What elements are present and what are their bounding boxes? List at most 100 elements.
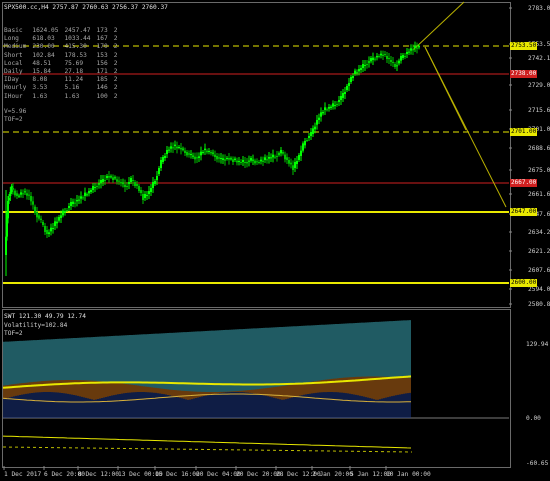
stats-cell-v4: 2 <box>113 84 118 92</box>
candle-body <box>372 57 374 60</box>
candle-body <box>272 154 274 158</box>
candle-body <box>222 158 224 160</box>
candle-body <box>370 58 372 62</box>
candle-body <box>74 202 76 204</box>
candle-body <box>172 147 174 149</box>
stats-cell-v3: 100 <box>96 92 108 100</box>
candle-body <box>230 158 232 160</box>
candle-body <box>94 187 96 188</box>
candle-body <box>316 120 318 125</box>
candle-body <box>278 153 280 155</box>
candle-body <box>14 190 16 196</box>
candle-body <box>164 156 166 158</box>
candle-body <box>218 157 220 159</box>
time-axis-label: 5 Jan 12:00 <box>350 471 391 478</box>
stats-row: Daily 15.84 27.18 171 2 <box>4 68 123 76</box>
time-axis-label: 10 Jan 00:00 <box>386 471 431 478</box>
time-axis-label: 15 Dec 16:00 <box>155 471 200 478</box>
candle-body <box>156 176 158 180</box>
candle-body <box>192 155 194 157</box>
candle-body <box>258 162 260 163</box>
stats-cell-v2: 178.53 <box>64 51 87 59</box>
candle-body <box>410 48 412 51</box>
candle-body <box>380 53 382 56</box>
price-tick-label: 2634.25 <box>528 229 550 236</box>
candle-body <box>152 182 154 188</box>
candle-body <box>180 148 182 150</box>
candle-body <box>138 186 140 191</box>
candle-body <box>102 179 104 182</box>
price-tick-label: 2580.80 <box>528 301 550 308</box>
candle-body <box>170 146 172 149</box>
trend-line-mid <box>424 46 467 131</box>
dropdown-icon[interactable] <box>4 3 10 9</box>
candle-body <box>306 140 308 141</box>
candle-body <box>196 157 198 159</box>
stats-cell-v1: 1.63 <box>32 92 48 100</box>
stats-row: Short 102.84 178.53 153 2 <box>4 52 123 60</box>
candle-body <box>58 217 60 221</box>
candle-body <box>96 186 98 187</box>
candle-body <box>406 52 408 54</box>
candle-body <box>418 46 420 48</box>
trend-line-up <box>412 1 465 51</box>
candle-body <box>42 222 44 225</box>
stats-cell-v3: 146 <box>96 84 108 92</box>
candle-body <box>368 61 370 63</box>
candle-body <box>356 72 358 74</box>
candle-body <box>288 160 290 164</box>
candle-body <box>202 152 204 153</box>
candle-body <box>390 60 392 62</box>
candle-body <box>240 162 242 163</box>
candle-body <box>260 159 262 162</box>
candle-body <box>188 153 190 155</box>
price-tick-label: 2661.60 <box>528 191 550 198</box>
stats-cell-v2: 1.63 <box>64 92 80 100</box>
stats-row: IDay 8.08 11.24 185 2 <box>4 76 123 84</box>
candle-body <box>400 56 402 61</box>
stats-footer-v: V=5.96 <box>4 108 27 115</box>
candle-body <box>358 69 360 72</box>
indicator-header: SWT 121.30 49.79 12.74 <box>4 313 86 320</box>
candle-body <box>150 188 152 192</box>
candle-body <box>26 193 28 196</box>
stats-cell-name: Daily <box>4 68 23 76</box>
candle-body <box>144 194 146 198</box>
stats-cell-name: Basic <box>4 27 23 34</box>
candle-body <box>46 230 48 234</box>
stats-cell-v4: 2 <box>113 51 118 59</box>
stats-cell-v3: 167 <box>96 35 108 43</box>
candle-body <box>28 194 30 196</box>
candle-body <box>132 180 134 181</box>
candle-body <box>280 150 282 154</box>
candle-body <box>254 160 256 164</box>
candle-body <box>52 228 54 229</box>
candle-body <box>36 212 38 218</box>
candle-body <box>86 194 88 196</box>
candle-body <box>366 64 368 65</box>
candle-body <box>236 160 238 163</box>
candle-body <box>314 126 316 130</box>
stats-row: Medium 230.00 415.30 170 2 <box>4 43 123 51</box>
price-tick-label: 2607.60 <box>528 267 550 274</box>
symbol-header: SPX500.cc,H4 2757.87 2760.63 2756.37 276… <box>4 4 168 11</box>
price-level-label: 2667.00 <box>510 179 538 187</box>
candle-body <box>118 180 120 182</box>
candle-body <box>50 227 52 232</box>
candle-body <box>12 188 14 190</box>
candle-body <box>326 109 328 111</box>
candle-body <box>140 190 142 193</box>
candle-body <box>320 112 322 117</box>
stats-cell-v4: 2 <box>113 92 118 100</box>
stats-row: Long 618.03 1033.44 167 2 <box>4 35 123 43</box>
candle-body <box>174 144 176 146</box>
candle-body <box>108 176 110 178</box>
candle-body <box>154 181 156 184</box>
price-tick-label: 2742.15 <box>528 55 550 62</box>
candle-body <box>66 210 68 211</box>
candle-body <box>284 154 286 160</box>
stats-cell-v3: 153 <box>96 51 108 59</box>
chart-window[interactable]: SPX500.cc,H4 2757.87 2760.63 2756.37 276… <box>0 0 550 481</box>
stats-cell-v1: 3.53 <box>32 84 48 92</box>
candle-body <box>256 161 258 163</box>
